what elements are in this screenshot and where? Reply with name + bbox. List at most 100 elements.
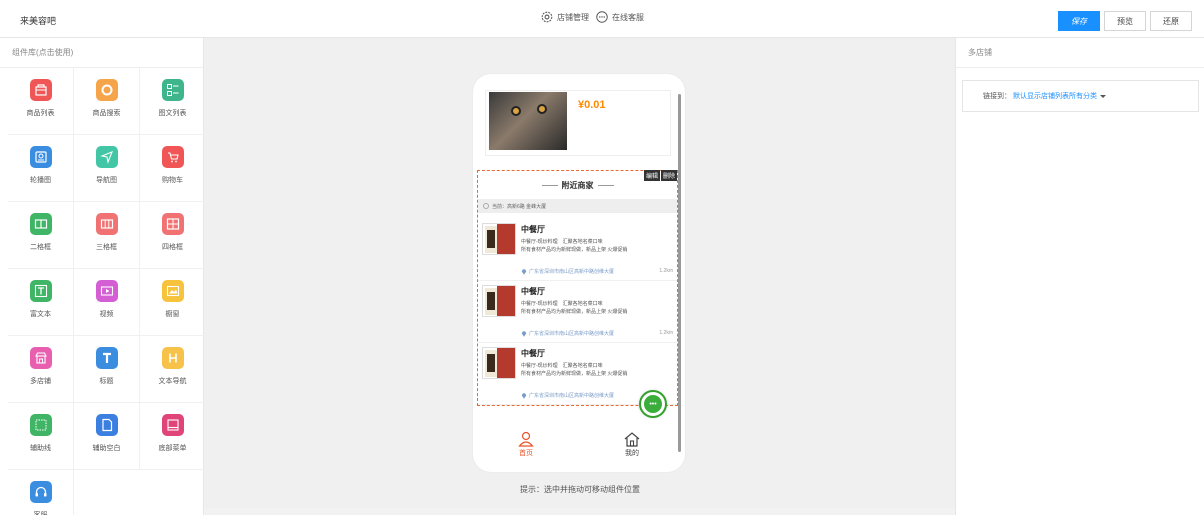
component-label: 商品列表 — [26, 110, 55, 117]
component-carousel[interactable]: 轮播图 — [8, 135, 74, 202]
caret-down-icon — [1100, 94, 1106, 98]
location-bar[interactable]: 当前：高新6路 金峰大厦 — [478, 199, 677, 213]
store-name: 中餐厅 — [521, 225, 545, 234]
component-library-panel: 组件库(点击使用) 商品列表 商品搜索 图文列表轮播图 导航图 购物车二格框 三格框 四格框… — [0, 38, 206, 515]
store-address: 广东省深圳市南山区高新中路创维大厦 — [521, 330, 614, 337]
component-image-text-list[interactable]: 图文列表 — [140, 68, 206, 135]
component-navigation[interactable]: 导航图 — [74, 135, 140, 202]
restore-button[interactable]: 还原 — [1150, 11, 1192, 31]
store-desc-2: 所有食材产品均为新鲜现做，新品上架 火爆促销 — [521, 371, 628, 377]
blank-doc-icon — [95, 414, 118, 436]
component-four-grid[interactable]: 四格框 — [140, 202, 206, 269]
map-pin-icon — [521, 331, 527, 337]
preview-button[interactable]: 预览 — [1104, 11, 1146, 31]
chat-ellipsis-icon — [596, 11, 608, 23]
headset-icon — [29, 481, 52, 503]
component-label: 图文列表 — [158, 110, 187, 117]
store-distance: 1.2km — [659, 268, 673, 274]
app-brand: 来美容吧 — [20, 16, 57, 26]
component-label: 辅助空白 — [92, 445, 121, 452]
component-label: 标题 — [99, 378, 114, 385]
guide-line-icon — [29, 414, 52, 436]
store-image — [482, 285, 516, 317]
bottom-tabbar: 首页 我的 — [473, 422, 685, 472]
store-desc: 中餐厅-现炒料理 汇聚各地名菜口味 — [521, 301, 603, 307]
carousel-icon — [29, 146, 52, 168]
component-showcase[interactable]: 橱窗 — [140, 269, 206, 336]
store-desc-2: 所有食材产品均为新鲜现做，新品上架 火爆促销 — [521, 247, 628, 253]
component-shop-bag[interactable]: 商品列表 — [8, 68, 74, 135]
four-grid-icon — [161, 213, 184, 235]
three-grid-icon — [95, 213, 118, 235]
tab-home[interactable]: 首页 — [473, 422, 579, 472]
component-video[interactable]: 视频 — [74, 269, 140, 336]
multi-store-icon — [29, 347, 52, 369]
store-desc-2: 所有食材产品均为新鲜现做，新品上架 火爆促销 — [521, 309, 628, 315]
bottom-menu-icon — [161, 414, 184, 436]
search-ring-icon — [95, 79, 118, 101]
rich-text-icon — [29, 280, 52, 302]
component-bottom-menu[interactable]: 底部菜单 — [140, 403, 206, 470]
component-search-ring[interactable]: 商品搜索 — [74, 68, 140, 135]
component-title-t[interactable]: 标题 — [74, 336, 140, 403]
tab-mine[interactable]: 我的 — [579, 422, 685, 472]
phone-scrollbar[interactable] — [678, 94, 681, 452]
map-pin-icon — [521, 393, 527, 399]
component-multi-store[interactable]: 多店铺 — [8, 336, 74, 403]
component-label: 客服 — [34, 510, 48, 515]
two-grid-icon — [29, 213, 52, 235]
component-label: 四格框 — [162, 244, 183, 251]
component-rich-text[interactable]: 富文本 — [8, 269, 74, 336]
tab-mine-label: 我的 — [625, 450, 639, 457]
tab-home-label: 首页 — [519, 450, 533, 457]
component-text-nav-h[interactable]: 文本导航 — [140, 336, 206, 403]
component-grid: 商品列表 商品搜索 图文列表轮播图 导航图 购物车二格框 三格框 四格框富文本 视频 橱窗多店铺… — [8, 68, 206, 515]
store-distance: 1.2km — [659, 330, 673, 336]
video-icon — [95, 280, 118, 302]
component-label: 底部菜单 — [158, 445, 187, 452]
online-service-label: 在线客服 — [612, 12, 644, 22]
store-address: 广东省深圳市南山区高新中路创维大厦 — [521, 268, 614, 275]
component-label: 商品搜索 — [92, 110, 121, 117]
store-address-text: 广东省深圳市南山区高新中路创维大厦 — [529, 393, 615, 399]
title-t-icon — [95, 347, 118, 369]
property-panel-title: 多店铺 — [956, 38, 1204, 68]
shop-bag-icon — [29, 79, 52, 101]
store-item[interactable]: 中餐厅 中餐厅-现炒料理 汇聚各地名菜口味 所有食材产品均为新鲜现做，新品上架 火爆… — [478, 279, 677, 343]
store-desc: 中餐厅-现炒料理 汇聚各地名菜口味 — [521, 363, 603, 369]
component-guide-line[interactable]: 辅助线 — [8, 403, 74, 470]
chat-dots-icon: ••• — [644, 395, 662, 413]
component-three-grid[interactable]: 三格框 — [74, 202, 140, 269]
online-service-button[interactable]: 在线客服 — [595, 10, 644, 24]
link-value: 默认显示店铺列表所有分类 — [1013, 93, 1097, 100]
shop-manage-button[interactable]: 店铺管理 — [540, 10, 589, 24]
link-to-select[interactable]: 链接到： 默认显示店铺列表所有分类 — [962, 80, 1199, 112]
chat-float-button[interactable]: ••• — [639, 390, 667, 418]
gear-icon — [541, 11, 553, 23]
component-library-title: 组件库(点击使用) — [0, 38, 203, 68]
store-name: 中餐厅 — [521, 349, 545, 358]
text-nav-h-icon — [161, 347, 184, 369]
component-label: 视频 — [99, 311, 114, 318]
component-blank-doc[interactable]: 辅助空白 — [74, 403, 140, 470]
showcase-icon — [161, 280, 184, 302]
home-icon — [624, 432, 640, 447]
component-label: 辅助线 — [30, 445, 51, 452]
nearby-title: 附近商家 — [478, 180, 677, 191]
store-item[interactable]: 中餐厅中餐厅-现炒料理 汇聚各地名菜口味所有食材产品均为新鲜现做，新品上架 火爆… — [478, 217, 677, 281]
top-bar: 来美容吧 店铺管理 在线客服 保存 预览 还原 — [0, 0, 1204, 38]
location-text: 当前：高新6路 金峰大厦 — [492, 203, 547, 210]
component-two-grid[interactable]: 二格框 — [8, 202, 74, 269]
product-item[interactable]: ¥0.01 — [485, 90, 671, 156]
save-button[interactable]: 保存 — [1058, 11, 1100, 31]
cart-icon — [161, 146, 184, 168]
product-image-cat — [489, 92, 567, 150]
component-headset[interactable]: 客服 — [8, 470, 74, 515]
store-desc: 中餐厅-现炒料理 汇聚各地名菜口味 — [521, 239, 603, 245]
component-label: 三格框 — [96, 244, 117, 251]
component-cart[interactable]: 购物车 — [140, 135, 206, 202]
nearby-stores-component[interactable]: 编辑 删除 附近商家 当前：高新6路 金峰大厦 中餐厅 中餐厅-现炒料理 汇聚各地… — [477, 170, 678, 406]
component-label: 购物车 — [162, 177, 183, 184]
shop-manage-label: 店铺管理 — [557, 12, 589, 22]
component-label: 橱窗 — [165, 311, 180, 318]
